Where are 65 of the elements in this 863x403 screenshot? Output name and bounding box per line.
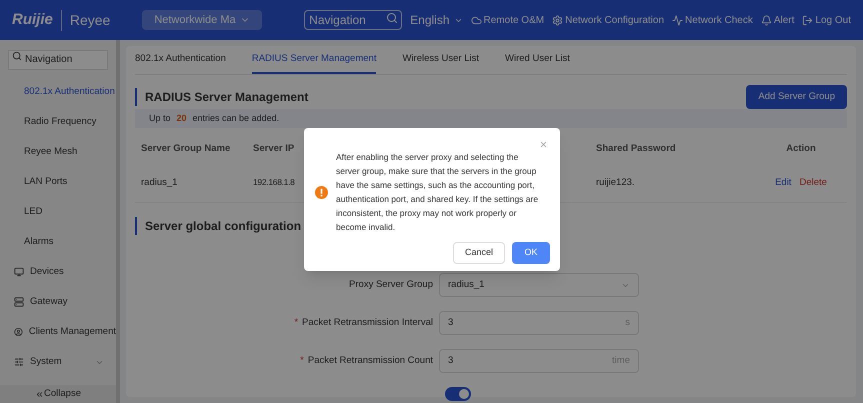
- field-value: 3: [448, 354, 454, 368]
- section-title: RADIUS Server Management: [135, 88, 308, 106]
- dialog-message: After enabling the server proxy and selecting the server group, make sure that the servers in the group have the same settings, such as the accounting port, authentication port, and shared key. If the settings are inconsistent, the proxy may not work properly or become invalid.: [336, 151, 540, 234]
- logo-secondary: Reyee: [60, 10, 110, 30]
- sidebar-item[interactable]: Alarms: [24, 234, 54, 250]
- language-selector[interactable]: English: [410, 11, 463, 29]
- sidebar-item[interactable]: System: [30, 354, 62, 370]
- sidebar-item[interactable]: LED: [24, 204, 42, 220]
- column-header: Server IP: [253, 142, 296, 156]
- notice-text: Up to: [149, 112, 171, 125]
- column-header: Action: [785, 142, 817, 156]
- header-link[interactable]: Remote O&M: [484, 12, 544, 28]
- tab[interactable]: RADIUS Server Management: [252, 52, 376, 74]
- header-link[interactable]: Log Out: [815, 12, 851, 28]
- sidebar-item[interactable]: Reyee Mesh: [24, 144, 78, 160]
- sliders-icon: [14, 357, 24, 367]
- sidebar-item[interactable]: Radio Frequency: [24, 114, 96, 130]
- search-icon: [12, 51, 22, 61]
- table-cell-text: 192.168.1.8: [253, 176, 296, 189]
- chevrons-left-icon: [35, 390, 44, 398]
- field-value: radius_1: [448, 278, 484, 292]
- header-link[interactable]: Alert: [774, 12, 794, 28]
- user-icon: [14, 327, 23, 337]
- add-server-group-button[interactable]: Add Server Group: [746, 85, 847, 110]
- select-field[interactable]: radius_1: [439, 273, 639, 297]
- collapse-button[interactable]: Collapse: [0, 385, 116, 403]
- notice-text: entries can be added.: [192, 112, 280, 125]
- entry-count: 20: [176, 112, 187, 125]
- ok-button[interactable]: OK: [512, 242, 550, 264]
- field-label: Packet Retransmission Count: [308, 354, 433, 368]
- column-header: Server Group Name: [141, 142, 232, 156]
- sidebar-item[interactable]: LAN Ports: [24, 174, 68, 190]
- alert-icon: [760, 14, 772, 26]
- server-icon: [14, 297, 24, 307]
- table-cell-text: radius_1: [141, 176, 178, 190]
- column-header: Shared Password: [596, 142, 677, 156]
- table-cell-text: ruijie123.: [596, 176, 636, 190]
- sidebar-item[interactable]: 802.1x Authentication: [24, 84, 115, 100]
- logo: Ruijie: [12, 10, 53, 30]
- sidebar-item[interactable]: Devices: [30, 264, 64, 280]
- monitor-icon: [14, 267, 24, 277]
- warning-icon: [315, 186, 328, 198]
- sidebar-item[interactable]: Gateway: [30, 294, 68, 310]
- tab[interactable]: 802.1x Authentication: [135, 52, 226, 74]
- section-title: Server global configuration: [135, 217, 302, 235]
- close-icon[interactable]: [539, 140, 548, 149]
- tab[interactable]: Wired User List: [505, 52, 570, 74]
- sidebar-search[interactable]: Navigation: [8, 50, 108, 70]
- search-icon: [386, 12, 398, 24]
- toggle-switch[interactable]: [445, 387, 471, 401]
- edit-link[interactable]: Edit: [775, 176, 792, 190]
- header-link[interactable]: Network Check: [685, 12, 753, 28]
- required-mark: *: [294, 316, 298, 330]
- header-link[interactable]: Network Configuration: [565, 12, 664, 28]
- delete-link[interactable]: Delete: [799, 176, 827, 190]
- logout-icon: [802, 14, 814, 26]
- search-field[interactable]: Navigation: [304, 10, 402, 30]
- tab[interactable]: Wireless User List: [402, 52, 480, 74]
- field-label: Proxy Server Group: [349, 278, 433, 292]
- cancel-button[interactable]: Cancel: [453, 242, 505, 264]
- required-mark: *: [300, 354, 304, 368]
- field-value: 3: [448, 316, 454, 330]
- sidebar-item[interactable]: Clients Management: [28, 324, 116, 340]
- cloud-icon: [470, 14, 482, 26]
- field-label: Packet Retransmission Interval: [302, 316, 433, 330]
